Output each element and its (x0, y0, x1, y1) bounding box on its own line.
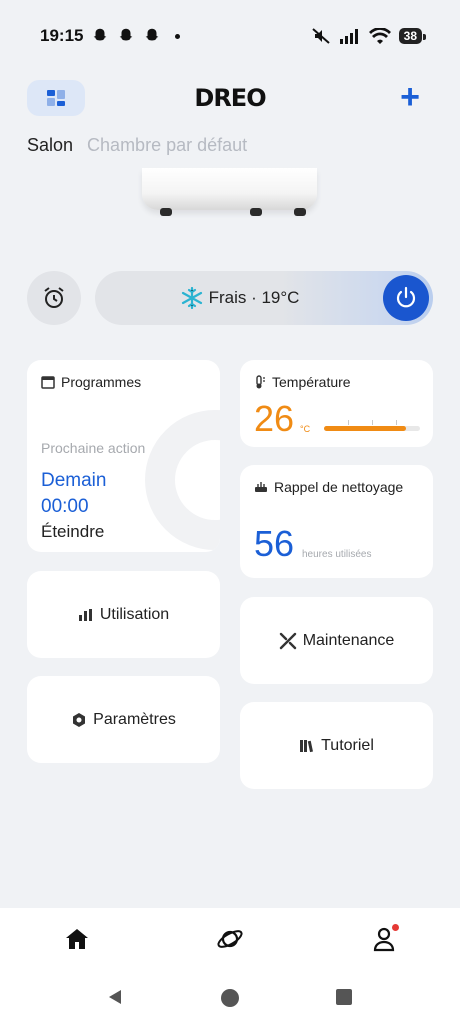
settings-label: Paramètres (93, 710, 176, 728)
gauge-tick (348, 420, 349, 425)
temperature-gauge-fill (324, 426, 406, 431)
mode-display: Frais · 19°C (95, 287, 385, 309)
nav-profile[interactable] (369, 924, 399, 954)
temperature-unit: °C (300, 424, 311, 434)
snapchat-notification-icon (94, 28, 107, 41)
usage-label: Utilisation (99, 605, 170, 623)
tab-room-salon[interactable]: Salon (27, 135, 73, 156)
tutorial-label: Tutoriel (321, 736, 374, 754)
app-header: DREO + (0, 78, 460, 118)
power-icon (396, 286, 416, 308)
home-circle-icon[interactable] (220, 988, 240, 1008)
gauge-tick (372, 420, 373, 425)
calendar-icon (41, 376, 55, 389)
nav-discover[interactable] (215, 924, 245, 954)
wrench-icon (279, 632, 296, 649)
cleaning-hours-value: 56 (254, 523, 295, 564)
snowflake-icon (181, 287, 202, 309)
planet-icon (217, 930, 243, 948)
status-right: 38 (311, 27, 427, 45)
timer-button[interactable] (27, 271, 81, 325)
battery-indicator: 38 (398, 28, 427, 44)
add-device-button[interactable]: + (396, 78, 424, 118)
bottom-navigation (0, 908, 460, 970)
system-navigation (0, 970, 460, 1025)
next-action-day: Demain (41, 470, 107, 491)
books-icon (300, 739, 314, 752)
maintenance-label-wrap: Maintenance (240, 597, 433, 684)
maintenance-card[interactable]: Maintenance (240, 597, 433, 684)
tutorial-label-wrap: Tutoriel (240, 702, 433, 789)
decorative-circle (145, 410, 220, 550)
mute-icon (311, 28, 330, 44)
home-icon (66, 929, 88, 949)
alarm-clock-icon (44, 287, 64, 308)
tab-room-chambre[interactable]: Chambre par défaut (87, 135, 247, 156)
gear-icon (73, 712, 86, 727)
next-action-type: Éteindre (41, 522, 105, 541)
mode-selector[interactable]: Frais · 19°C (95, 271, 433, 325)
temperature-title: Température (254, 374, 351, 390)
status-time: 19:15 (40, 26, 84, 45)
nav-home[interactable] (62, 924, 92, 954)
temperature-title-label: Température (272, 374, 351, 390)
usage-card[interactable]: Utilisation (27, 571, 220, 658)
snapchat-notification-icon (120, 28, 133, 41)
device-foot (160, 208, 172, 216)
device-foot (294, 208, 306, 216)
cleaning-reminder-card[interactable]: Rappel de nettoyage 56 heures utilisées (240, 465, 433, 578)
more-notifications-dot-icon (175, 33, 181, 39)
mode-label: Frais · 19°C (208, 288, 300, 307)
snapchat-notification-icon (146, 28, 159, 41)
settings-label-wrap: Paramètres (27, 676, 220, 763)
cleaning-icon (255, 482, 267, 492)
maintenance-label: Maintenance (302, 631, 395, 649)
temperature-value: 26 (254, 398, 295, 439)
status-left: 19:15 (40, 26, 181, 46)
status-bar: 19:15 38 (0, 0, 460, 72)
signal-icon (339, 29, 358, 44)
brand-logo: DREO (194, 84, 266, 112)
schedule-card[interactable]: Programmes Prochaine action Demain 00:00… (27, 360, 220, 552)
tutorial-card[interactable]: Tutoriel (240, 702, 433, 789)
device-image (142, 168, 317, 216)
cleaning-hours-unit: heures utilisées (302, 549, 372, 560)
device-foot (250, 208, 262, 216)
next-action-label: Prochaine action (41, 440, 146, 456)
settings-card[interactable]: Paramètres (27, 676, 220, 763)
thermometer-icon (256, 375, 265, 389)
schedule-title: Programmes (41, 374, 141, 390)
schedule-title-label: Programmes (61, 374, 142, 390)
cleaning-title: Rappel de nettoyage (254, 479, 403, 495)
gauge-tick (396, 420, 397, 425)
room-tabs: Salon Chambre par défaut (27, 135, 247, 156)
temperature-gauge (324, 420, 420, 431)
power-button[interactable] (383, 275, 429, 321)
back-icon[interactable] (106, 988, 124, 1006)
next-action-time: 00:00 (41, 496, 89, 517)
wifi-icon (368, 27, 391, 44)
temperature-card[interactable]: Température 26 °C (240, 360, 433, 447)
bar-chart-icon (78, 608, 92, 621)
recents-icon[interactable] (335, 988, 353, 1006)
usage-label-wrap: Utilisation (27, 571, 220, 658)
cleaning-title-label: Rappel de nettoyage (274, 479, 404, 495)
notification-badge (392, 924, 399, 931)
